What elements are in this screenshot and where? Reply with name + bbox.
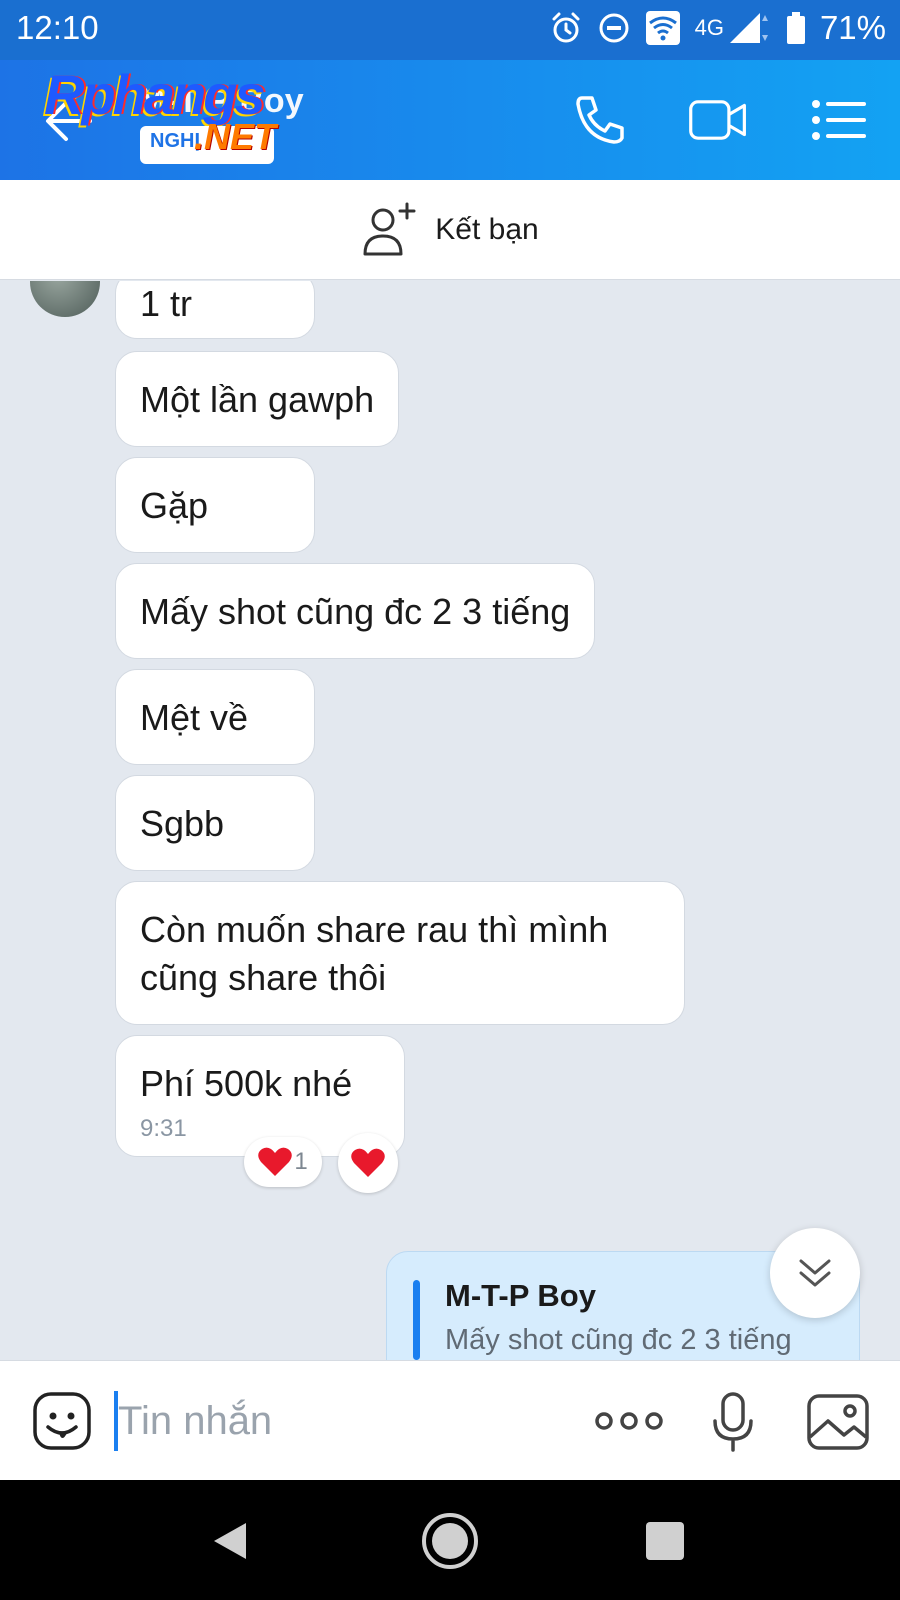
scroll-to-bottom-button[interactable] — [770, 1228, 860, 1318]
watermark-sub: NGHỊ — [150, 130, 200, 152]
heart-icon — [351, 1148, 385, 1177]
message-text: Một lần gawph — [140, 379, 375, 420]
nav-back-icon[interactable] — [208, 1519, 252, 1563]
message-text: Mấy shot cũng đc 2 3 tiếng — [140, 591, 571, 632]
battery-icon — [786, 12, 805, 44]
message-text: Còn muốn share rau thì mình cũng share t… — [140, 909, 609, 998]
signal-icon — [729, 13, 768, 43]
message-bubble[interactable]: Sgbb — [115, 775, 315, 871]
phone-call-icon[interactable] — [570, 94, 630, 146]
heart-icon — [258, 1147, 293, 1176]
message-bubble[interactable]: 1 tr — [115, 281, 315, 339]
reaction-count: 1 — [294, 1148, 308, 1175]
menu-list-icon[interactable] — [810, 94, 870, 146]
message-bubble[interactable]: Gặp — [115, 457, 315, 553]
chat-messages[interactable]: 1 tr Một lần gawph Gặp Mấy shot cũng đc … — [0, 281, 900, 1360]
do-not-disturb-icon — [599, 13, 629, 43]
chat-header: M-T-P Boy Rphangs NGHỊ .NET — [0, 60, 900, 180]
message-text: Sgbb — [140, 803, 225, 844]
message-input[interactable] — [118, 1391, 558, 1451]
contact-avatar[interactable] — [30, 281, 100, 317]
more-options-icon[interactable] — [594, 1409, 664, 1433]
react-button[interactable] — [338, 1133, 398, 1193]
nav-home-icon[interactable] — [420, 1511, 480, 1571]
message-bubble[interactable]: Một lần gawph — [115, 351, 400, 447]
double-chevron-down-icon — [799, 1259, 831, 1287]
quoted-name: M-T-P Boy — [445, 1278, 596, 1313]
message-bubble[interactable]: Còn muốn share rau thì mình cũng share t… — [115, 881, 685, 1025]
network-type: 4G — [694, 15, 724, 40]
message-bubble[interactable]: Mấy shot cũng đc 2 3 tiếng — [115, 563, 596, 659]
message-text: Phí 500k nhé — [140, 1063, 353, 1104]
message-text: Mệt về — [140, 697, 249, 738]
wifi-icon — [645, 11, 680, 45]
battery-percent: 71% — [819, 9, 886, 46]
message-text: 1 tr — [140, 283, 193, 324]
message-composer — [0, 1360, 900, 1480]
alarm-icon — [552, 12, 580, 43]
status-icons: 4G 71% — [549, 9, 886, 47]
status-bar: 12:10 4G 71% — [0, 0, 900, 60]
message-bubble[interactable]: Mệt về — [115, 669, 315, 765]
nav-recents-icon[interactable] — [646, 1522, 684, 1560]
image-icon[interactable] — [806, 1393, 870, 1451]
sticker-icon[interactable] — [32, 1391, 92, 1451]
status-time: 12:10 — [16, 9, 99, 46]
video-call-icon[interactable] — [688, 94, 748, 146]
add-friend-label: Kết bạn — [435, 212, 539, 246]
microphone-icon[interactable] — [710, 1391, 756, 1453]
quote-bar — [413, 1280, 420, 1360]
message-text: Gặp — [140, 485, 209, 526]
add-friend-bar[interactable]: Kết bạn — [0, 180, 900, 280]
watermark-logo: Rphangs NGHỊ .NET — [44, 62, 334, 182]
system-nav-bar — [0, 1480, 900, 1600]
watermark-net: .NET — [194, 116, 277, 157]
add-friend-icon — [363, 202, 416, 255]
quoted-text: Mấy shot cũng đc 2 3 tiếng — [445, 1324, 792, 1356]
reaction-summary[interactable]: 1 — [244, 1137, 322, 1187]
